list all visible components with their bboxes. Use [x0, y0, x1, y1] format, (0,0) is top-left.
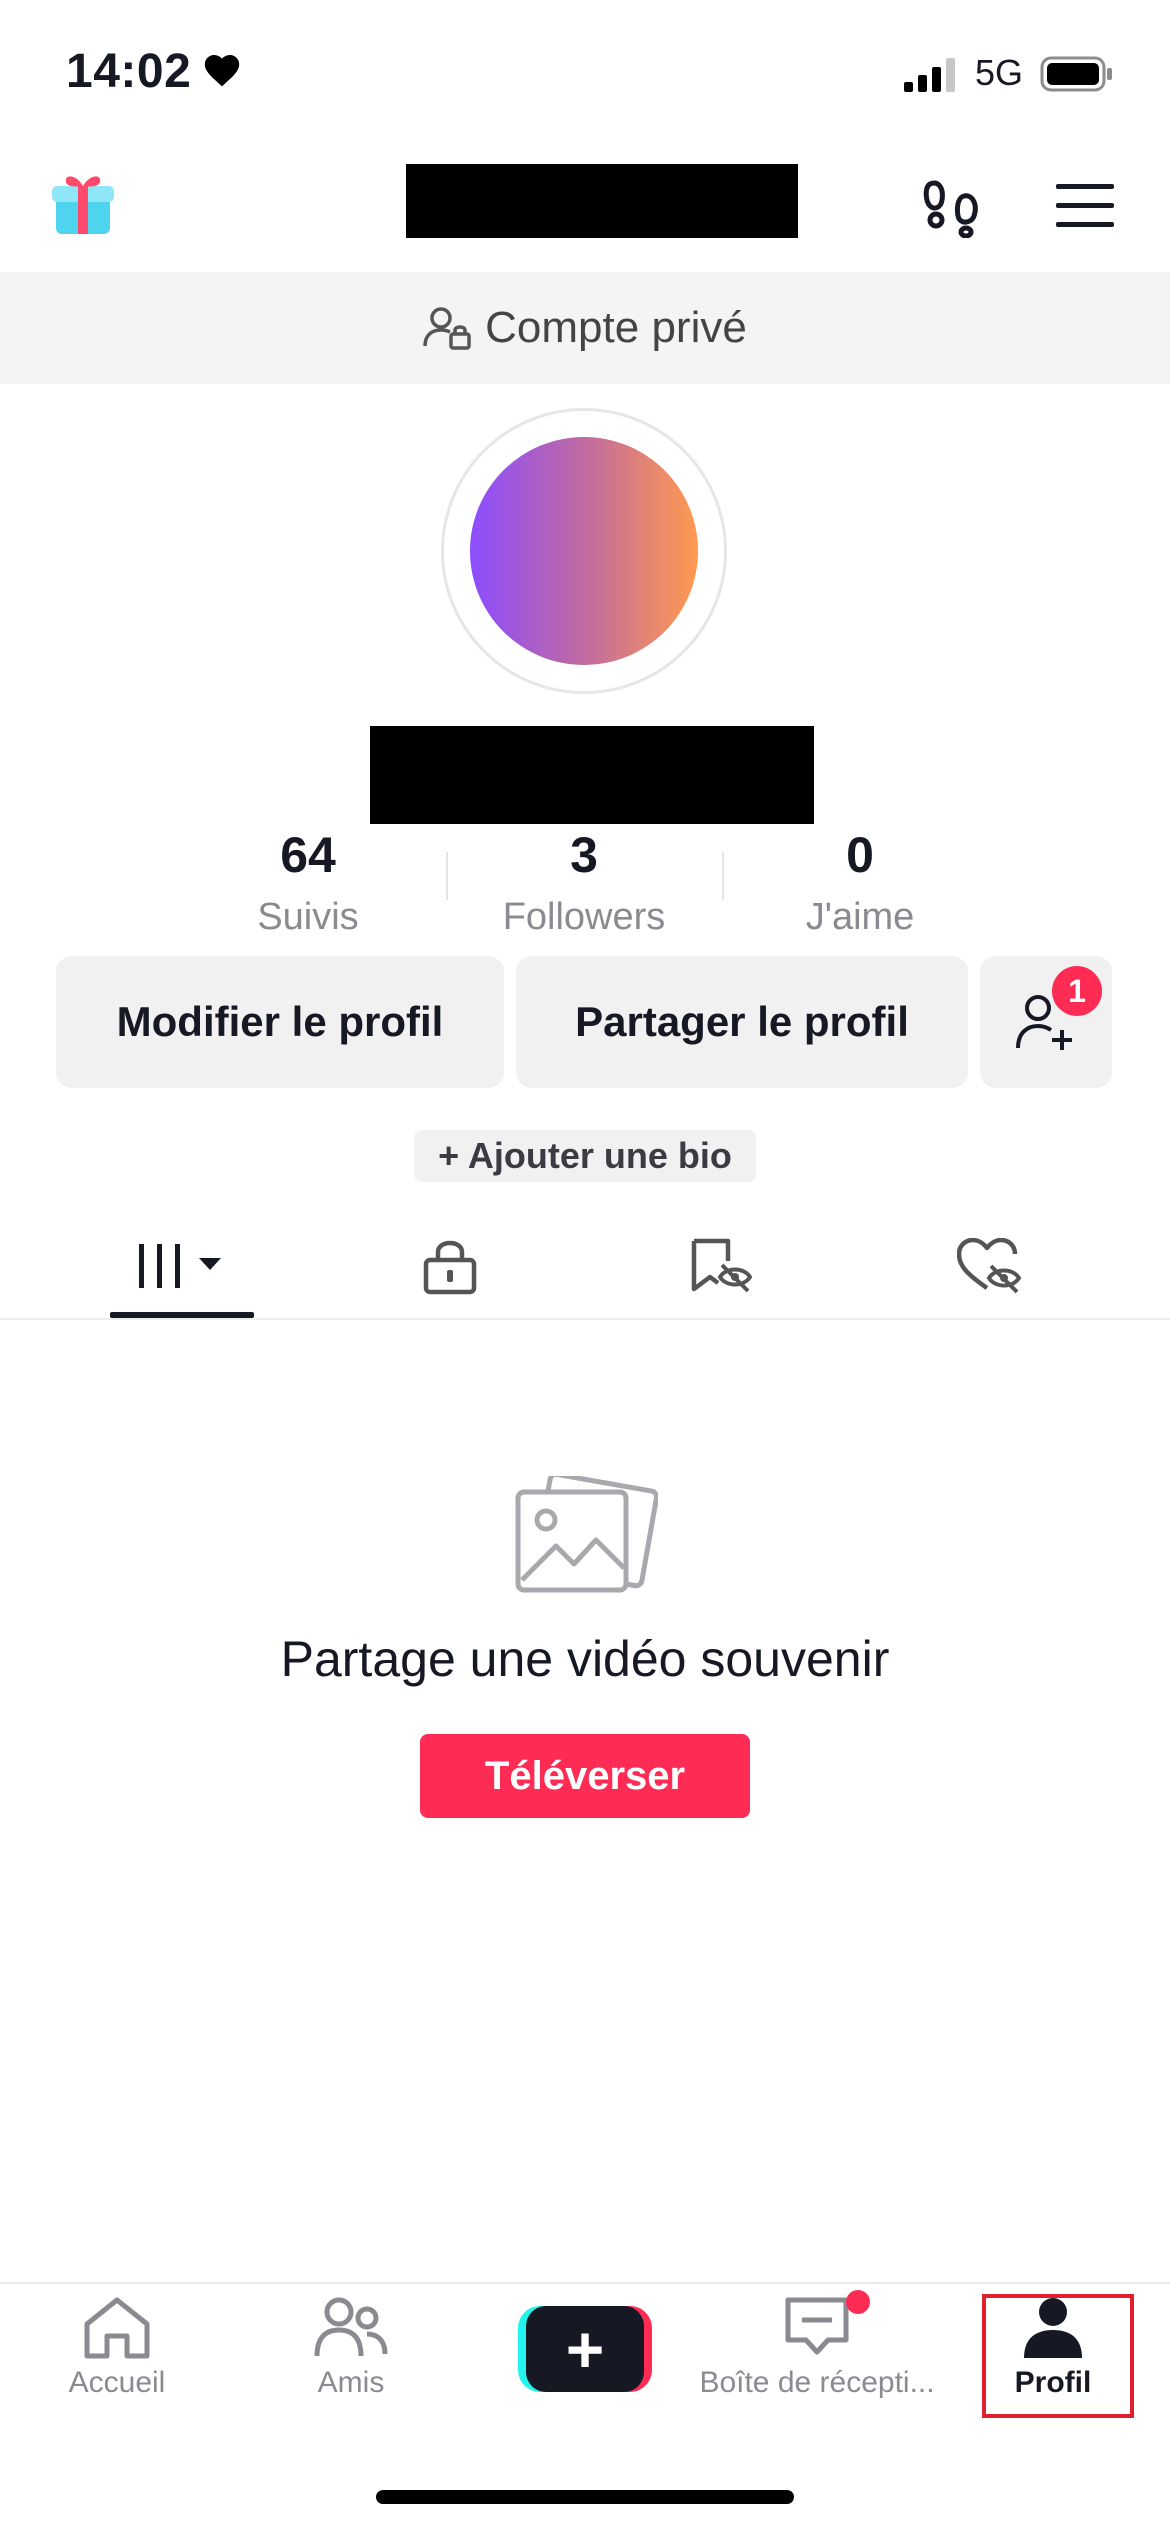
tab-hidden-favorites[interactable]	[650, 1214, 790, 1318]
share-profile-button[interactable]: Partager le profil	[516, 956, 968, 1088]
gift-icon[interactable]	[50, 168, 116, 238]
stat-likes-label: J'aime	[805, 896, 915, 938]
redacted-display-name	[370, 726, 814, 824]
profile-highlight-box	[982, 2294, 1134, 2418]
avatar[interactable]	[470, 437, 698, 665]
stat-following-value: 64	[280, 827, 336, 883]
private-account-banner: Compte privé	[0, 272, 1170, 384]
stat-divider	[722, 852, 724, 900]
nav-inbox[interactable]: Boîte de récepti...	[699, 2296, 935, 2426]
redacted-username	[406, 164, 798, 238]
lock-icon	[423, 1240, 477, 1295]
nav-inbox-label: Boîte de récepti...	[699, 2366, 935, 2399]
inbox-icon	[785, 2297, 849, 2355]
tab-hidden-likes[interactable]	[920, 1214, 1060, 1318]
heart-icon	[204, 54, 240, 87]
signal-icon	[904, 58, 955, 92]
private-account-label: Compte privé	[485, 303, 747, 352]
stat-following[interactable]: 64 Suivis	[178, 820, 438, 942]
empty-state-title: Partage une vidéo souvenir	[280, 1631, 890, 1687]
add-bio-button[interactable]: + Ajouter une bio	[414, 1130, 756, 1182]
create-button[interactable]: +	[518, 2306, 652, 2392]
nav-friends-label: Amis	[317, 2366, 385, 2399]
edit-profile-button[interactable]: Modifier le profil	[56, 956, 504, 1088]
videos-grid-icon	[139, 1244, 221, 1288]
stat-followers-label: Followers	[502, 896, 666, 938]
photo-placeholder-icon	[515, 1476, 658, 1593]
nav-friends[interactable]: Amis	[234, 2296, 468, 2426]
inbox-notification-dot	[846, 2290, 870, 2314]
create-plus-icon: +	[526, 2306, 644, 2392]
hamburger-menu-icon[interactable]	[1056, 184, 1114, 228]
footprint-icon[interactable]	[920, 176, 982, 238]
tabs-divider	[0, 1318, 1170, 1320]
stat-following-label: Suivis	[257, 896, 359, 938]
network-type: 5G	[975, 52, 1024, 93]
upload-button[interactable]: Téléverser	[420, 1734, 750, 1818]
friends-icon	[314, 2297, 388, 2357]
hidden-likes-icon	[957, 1238, 1022, 1294]
stat-divider	[446, 852, 448, 900]
stat-followers-value: 3	[570, 827, 598, 883]
nav-home-label: Accueil	[68, 2366, 166, 2399]
stat-likes-value: 0	[846, 827, 874, 883]
hidden-bookmark-icon	[691, 1238, 752, 1293]
battery-icon	[1040, 56, 1112, 92]
nav-home[interactable]: Accueil	[0, 2296, 234, 2426]
status-time: 14:02	[66, 45, 192, 98]
private-account-icon	[423, 307, 471, 350]
notification-badge: 1	[1052, 966, 1102, 1016]
home-indicator[interactable]	[376, 2490, 794, 2504]
tab-videos[interactable]	[110, 1214, 254, 1318]
stat-followers[interactable]: 3 Followers	[454, 820, 714, 942]
bottom-nav-divider	[0, 2282, 1170, 2284]
stat-likes[interactable]: 0 J'aime	[730, 820, 990, 942]
home-icon	[84, 2297, 150, 2359]
tab-private[interactable]	[380, 1214, 520, 1318]
